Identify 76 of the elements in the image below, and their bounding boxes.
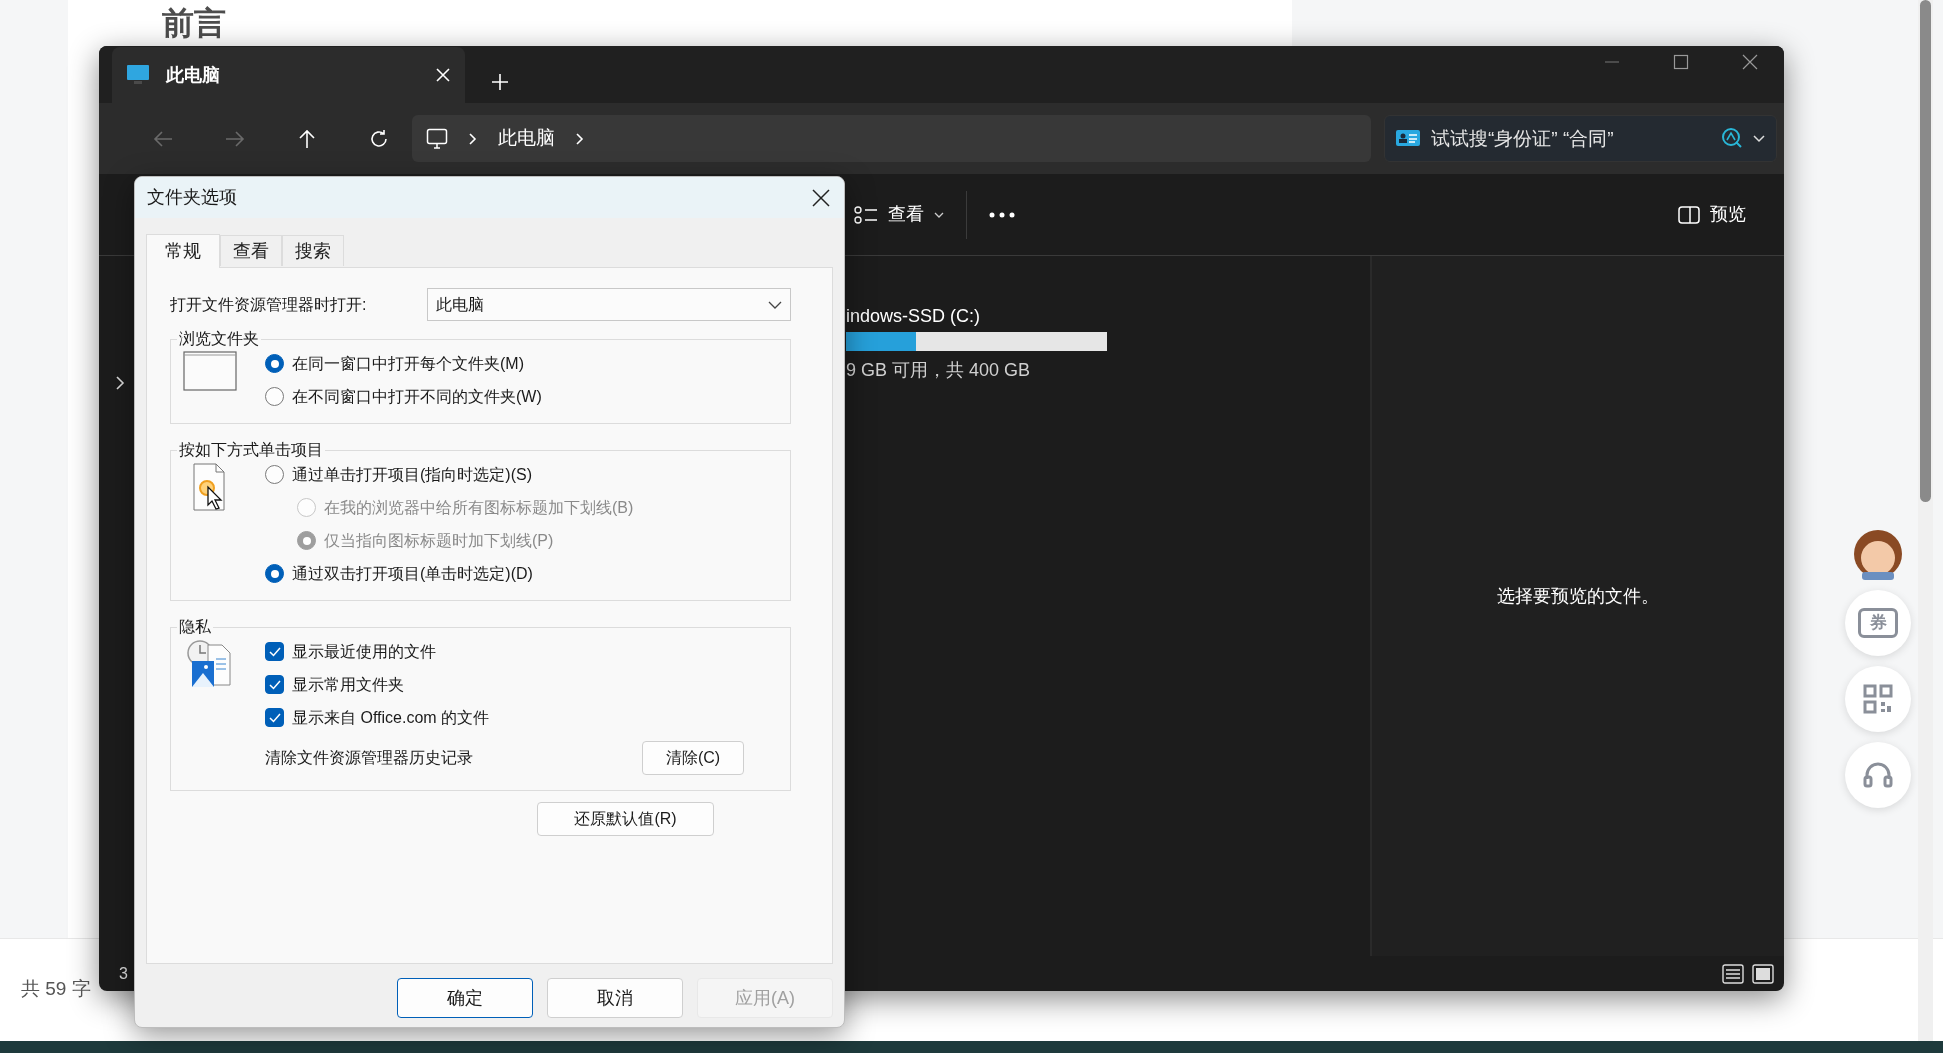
refresh-icon[interactable] (369, 128, 389, 149)
radio-button[interactable] (265, 465, 284, 484)
qr-code-icon (1863, 684, 1893, 714)
checkbox[interactable] (265, 708, 284, 727)
group-title: 隐私 (178, 619, 212, 635)
chevron-icon (468, 132, 478, 145)
view-menu-button[interactable]: 查看 (846, 194, 952, 235)
close-icon[interactable] (1741, 54, 1758, 70)
check-icon (268, 679, 281, 690)
support-button[interactable] (1845, 742, 1911, 808)
radio-button[interactable] (265, 354, 284, 373)
checkbox[interactable] (265, 642, 284, 661)
new-tab-icon[interactable] (491, 73, 509, 91)
window-tab[interactable]: 此电脑 (112, 47, 465, 103)
option-label: 通过单击打开项目(指向时选定)(S) (292, 464, 532, 485)
privacy-files-icon (186, 639, 234, 689)
dialog-tab[interactable]: 常规 (146, 234, 220, 268)
chevron-down-icon (934, 211, 944, 218)
close-tab-icon[interactable] (435, 67, 451, 83)
option-label: 在同一窗口中打开每个文件夹(M) (292, 353, 524, 374)
dialog-button[interactable]: 确定 (397, 978, 533, 1018)
dialog-tab[interactable]: 查看 (220, 235, 282, 266)
start-location-dropdown[interactable]: 此电脑 (427, 288, 791, 321)
window-icon (183, 351, 237, 391)
preview-pane-button[interactable]: 预览 (1670, 194, 1754, 235)
group-title: 浏览文件夹 (178, 331, 260, 347)
chevron-icon (575, 132, 585, 145)
dialog-title: 文件夹选项 (147, 186, 237, 209)
maximize-icon[interactable] (1672, 54, 1689, 70)
expand-icon[interactable] (115, 376, 125, 390)
option-label: 显示最近使用的文件 (292, 641, 436, 662)
clear-button[interactable]: 清除(C) (642, 741, 744, 775)
tiles-view-icon[interactable] (1752, 963, 1774, 984)
id-card-icon (1396, 129, 1420, 147)
drive-space: 9 GB 可用，共 400 GB (846, 358, 1032, 382)
action-label: 清除文件资源管理器历史记录 (265, 748, 473, 768)
preview-message: 选择要预览的文件。 (1497, 584, 1659, 608)
option-label: 显示来自 Office.com 的文件 (292, 707, 490, 728)
radio-button[interactable] (265, 387, 284, 406)
more-icon[interactable] (989, 211, 1015, 218)
option-label: 显示常用文件夹 (292, 674, 404, 695)
check-icon (268, 646, 281, 657)
field-label: 打开文件资源管理器时打开: (170, 294, 367, 315)
word-count: 共 59 字 (21, 977, 91, 1001)
option-label: 通过双击打开项目(单击时选定)(D) (292, 563, 533, 584)
option-label: 在我的浏览器中给所有图标标题加下划线(B) (324, 497, 634, 518)
checkbox[interactable] (265, 675, 284, 694)
breadcrumb-item[interactable]: 此电脑 (498, 124, 555, 153)
restore-defaults-button[interactable]: 还原默认值(R) (537, 802, 714, 836)
chevron-down-icon[interactable] (1753, 135, 1765, 143)
item-count: 3 (119, 963, 128, 984)
qr-code-button[interactable] (1845, 666, 1911, 732)
dialog-tab[interactable]: 搜索 (282, 235, 344, 266)
option-label: 在不同窗口中打开不同的文件夹(W) (292, 386, 542, 407)
sort-list-icon (854, 205, 878, 224)
page-heading: 前言 (162, 4, 226, 43)
option-label: 仅当指向图标标题时加下划线(P) (324, 530, 554, 551)
up-icon[interactable] (298, 128, 316, 149)
radio-button[interactable] (265, 564, 284, 583)
details-view-icon[interactable] (1722, 963, 1744, 984)
drive-name[interactable]: indows-SSD (C:) (846, 306, 1370, 328)
search-field[interactable]: 试试搜“身份证” “合同” (1384, 115, 1777, 162)
forward-icon[interactable] (225, 129, 245, 148)
copilot-icon[interactable] (1721, 127, 1743, 149)
address-bar[interactable]: 此电脑 (412, 115, 1371, 162)
close-icon[interactable] (812, 188, 830, 207)
monitor-icon (426, 127, 448, 150)
check-icon (268, 712, 281, 723)
tab-title: 此电脑 (166, 63, 221, 87)
chevron-down-icon (768, 300, 782, 309)
dialog-button[interactable]: 取消 (547, 978, 683, 1018)
monitor-icon (126, 64, 150, 86)
back-icon[interactable] (153, 129, 173, 148)
preview-pane-icon (1678, 205, 1700, 224)
scrollbar-thumb[interactable] (1920, 0, 1931, 502)
group-title: 按如下方式单击项目 (178, 442, 324, 458)
